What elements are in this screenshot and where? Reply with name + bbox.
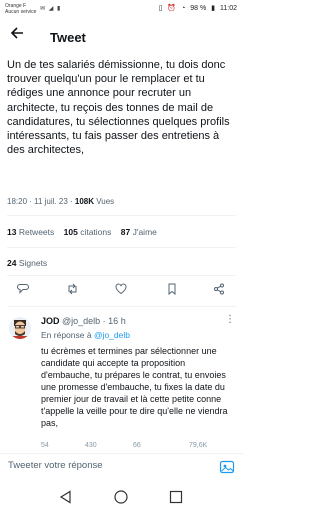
notification-icons: ✉ ◢ ▮	[40, 6, 62, 12]
quotes-count: 105	[63, 227, 78, 237]
reply-prefix: En réponse à	[41, 330, 94, 340]
reply-mention-link[interactable]: @jo_delb	[94, 330, 130, 340]
more-options-icon[interactable]: ⋮	[225, 314, 235, 325]
status-right: ▯ ⏰ ◔ 98 % ▮ 11:02	[156, 4, 237, 12]
bookmarks-stat[interactable]: 24 Signets	[7, 258, 47, 268]
tweet-meta: 18:20 · 11 juil. 23 · 108K Vues	[7, 197, 114, 206]
nav-recents-icon[interactable]	[168, 489, 184, 505]
divider	[7, 247, 236, 248]
likes-label: J'aime	[130, 227, 157, 237]
retweet-icon[interactable]	[63, 283, 81, 299]
nav-back-icon[interactable]	[58, 489, 74, 505]
vibrate-icon: ▯	[158, 5, 163, 12]
tweet-actions	[0, 280, 243, 302]
reply-stat-retweets[interactable]: 430	[85, 442, 97, 449]
status-bar: Orange F Aucun service ✉ ◢ ▮ ▯ ⏰ ◔ 98 % …	[0, 0, 243, 22]
divider	[7, 306, 236, 307]
likes-stat[interactable]: 87 J'aime	[121, 227, 157, 237]
reply-icon[interactable]	[14, 283, 32, 299]
views-count: 108K	[74, 197, 95, 206]
retweets-label: Retweets	[16, 227, 55, 237]
top-bar: Tweet	[0, 22, 243, 52]
reply-stat-views[interactable]: 79,6K	[189, 442, 207, 449]
retweets-stat[interactable]: 13 Retweets	[7, 227, 54, 237]
wifi-icon: ◔	[181, 5, 186, 12]
battery-percent: 98 %	[190, 5, 207, 12]
system-nav-bar	[0, 481, 243, 512]
reply-text: tu écrèmes et termines par sélectionner …	[41, 346, 228, 428]
tweet-stats: 13 Retweets 105 citations 87 J'aime	[7, 227, 164, 237]
reply-composer	[0, 453, 243, 482]
alarm-icon: ⏰	[167, 5, 177, 12]
avatar[interactable]	[9, 317, 31, 339]
page-title: Tweet	[50, 30, 86, 45]
nav-home-icon[interactable]	[113, 489, 129, 505]
likes-count: 87	[120, 227, 131, 237]
reply-tweet[interactable]: JOD @jo_delb · 16 h ⋮ En réponse à @jo_d…	[0, 312, 243, 452]
reply-stat-replies[interactable]: 54	[41, 442, 49, 449]
reply-stats: 54 430 66 79,6K	[41, 442, 237, 452]
reply-stat-likes[interactable]: 66	[133, 442, 141, 449]
image-icon[interactable]	[219, 459, 235, 475]
tweet-text: Un de tes salariés démissionne, tu dois …	[7, 59, 230, 157]
quotes-stat[interactable]: 105 citations	[64, 227, 112, 237]
reply-author-name[interactable]: JOD	[41, 316, 60, 326]
battery-icon: ▮	[211, 5, 216, 12]
reply-input[interactable]	[8, 460, 188, 471]
quotes-label: citations	[77, 227, 112, 237]
carrier: Orange F Aucun service	[5, 3, 36, 15]
divider	[7, 215, 236, 216]
reply-header: JOD @jo_delb · 16 h	[41, 316, 126, 326]
bookmarks-label: Signets	[16, 258, 48, 268]
like-icon[interactable]	[112, 283, 130, 299]
bookmark-icon[interactable]	[163, 283, 181, 299]
views-label: Vues	[94, 197, 115, 206]
reply-handle-time: @jo_delb · 16 h	[59, 316, 126, 326]
divider	[7, 275, 236, 276]
back-arrow-icon[interactable]	[10, 26, 24, 46]
reply-context: En réponse à @jo_delb	[41, 330, 130, 340]
carrier-service: Aucun service	[5, 9, 37, 15]
tweet-timestamp: 18:20 · 11 juil. 23 ·	[7, 197, 75, 206]
clock: 11:02	[220, 5, 237, 12]
share-icon[interactable]	[210, 283, 228, 299]
